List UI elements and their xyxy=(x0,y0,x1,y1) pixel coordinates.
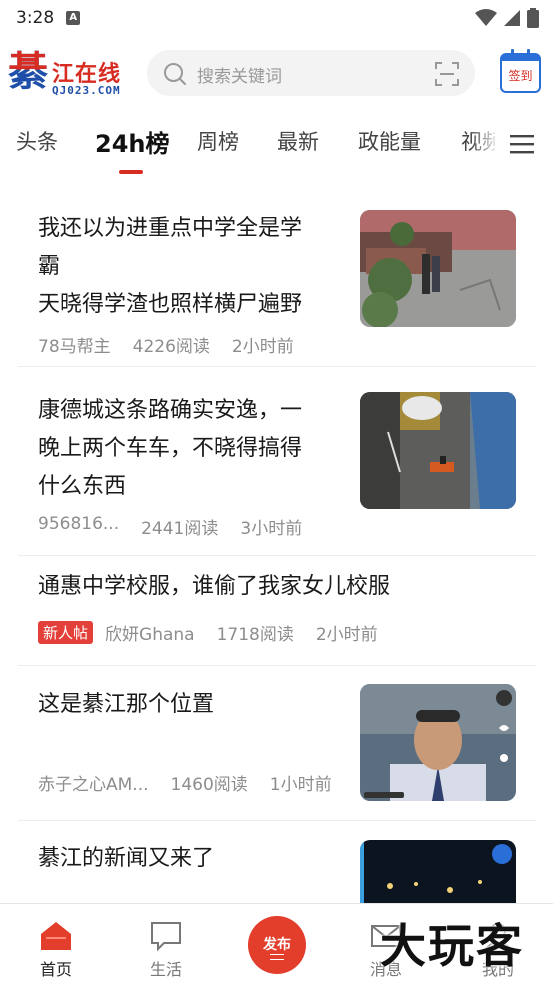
article-time: 2小时前 xyxy=(231,337,294,357)
article-author: 赤子之心AM... xyxy=(38,775,149,795)
publish-label: 发布 xyxy=(263,937,291,953)
calendar-icon xyxy=(502,55,539,61)
divider xyxy=(18,820,536,821)
article-thumbnail xyxy=(360,840,516,903)
nav-home[interactable]: 首页 xyxy=(16,904,96,984)
article-author: 956816... xyxy=(38,514,120,534)
signin-button[interactable]: 签到 xyxy=(500,49,541,93)
article-title: 康德城这条路确实安逸，一 晚上两个车车，不晓得搞得 什么东西 xyxy=(38,398,303,499)
search-icon xyxy=(164,63,186,85)
article-author: 欣妍Ghana xyxy=(105,625,195,645)
tab-weekly-ranking[interactable]: 周榜 xyxy=(197,126,239,156)
battery-icon xyxy=(527,8,539,28)
street-scene-image xyxy=(360,210,516,327)
article-reads: 2441阅读 xyxy=(141,519,219,539)
article-thumbnail xyxy=(360,210,516,327)
article-thumbnail xyxy=(360,684,516,801)
notification-icon: A xyxy=(66,11,81,25)
active-tab-indicator xyxy=(119,170,143,174)
article-item[interactable]: 綦江的新闻又来了 xyxy=(18,826,536,903)
article-reads: 4226阅读 xyxy=(132,337,210,357)
tab-positive-energy[interactable]: 政能量 xyxy=(358,126,421,156)
article-title: 这是綦江那个位置 xyxy=(38,692,215,717)
status-bar: 3:28 A xyxy=(0,0,553,36)
article-title: 我还以为进重点中学全是学 霸 天晓得学渣也照样横尸遍野 xyxy=(38,216,303,317)
article-time: 2小时前 xyxy=(315,625,378,645)
article-time: 1小时前 xyxy=(269,775,332,795)
article-meta: 新人帖 欣妍Ghana 1718阅读 2小时前 xyxy=(38,620,378,645)
app-header: 綦 綦 江在线 QJ023.COM 搜索关键词 签到 xyxy=(0,44,553,104)
logo-domain: QJ023.COM xyxy=(52,84,121,97)
article-reads: 1460阅读 xyxy=(170,775,248,795)
article-item[interactable]: 康德城这条路确实安逸，一 晚上两个车车，不晓得搞得 什么东西 956816...… xyxy=(18,378,536,548)
status-time: 3:28 xyxy=(16,8,55,28)
divider xyxy=(18,665,536,666)
article-author: 78马帮主 xyxy=(38,337,111,357)
nav-home-label: 首页 xyxy=(39,960,72,979)
article-item[interactable]: 这是綦江那个位置 赤子之心AM... 1460阅读 1小时前 xyxy=(18,670,536,820)
article-meta: 956816... 2441阅读 3小时前 xyxy=(38,514,302,539)
tab-latest[interactable]: 最新 xyxy=(277,126,319,156)
divider xyxy=(18,366,536,367)
article-item[interactable]: 通惠中学校服，谁偷了我家女儿校服 新人帖 欣妍Ghana 1718阅读 2小时前 xyxy=(18,556,536,664)
night-video-image xyxy=(360,840,516,903)
tabs-fade xyxy=(470,118,500,168)
publish-lines-icon xyxy=(270,954,284,960)
app-logo[interactable]: 綦 綦 江在线 QJ023.COM xyxy=(6,50,132,98)
article-reads: 1718阅读 xyxy=(216,625,294,645)
nav-life[interactable]: 生活 xyxy=(126,904,206,984)
search-input[interactable]: 搜索关键词 xyxy=(147,50,475,96)
nav-life-label: 生活 xyxy=(149,960,182,979)
home-icon xyxy=(41,922,71,950)
chat-bubble-icon xyxy=(151,922,181,952)
article-meta: 赤子之心AM... 1460阅读 1小时前 xyxy=(38,770,332,795)
scan-icon[interactable] xyxy=(435,62,459,86)
article-meta: 78马帮主 4226阅读 2小时前 xyxy=(38,332,294,357)
video-man-image xyxy=(360,684,516,801)
search-placeholder: 搜索关键词 xyxy=(197,67,282,87)
article-thumbnail xyxy=(360,392,516,509)
signal-icon xyxy=(504,10,520,26)
tab-24h-ranking[interactable]: 24h榜 xyxy=(95,124,169,159)
watermark-text: 大玩客 xyxy=(380,919,524,973)
publish-button[interactable]: 发布 xyxy=(248,916,306,974)
category-tabs: 头条 24h榜 周榜 最新 政能量 视频 xyxy=(0,118,553,178)
new-post-badge: 新人帖 xyxy=(38,621,94,644)
article-title: 通惠中学校服，谁偷了我家女儿校服 xyxy=(38,574,391,599)
wifi-icon xyxy=(475,9,497,26)
article-time: 3小时前 xyxy=(240,519,303,539)
road-accident-image xyxy=(360,392,516,509)
article-title: 綦江的新闻又来了 xyxy=(38,846,215,871)
status-indicators xyxy=(475,8,539,28)
tab-headlines[interactable]: 头条 xyxy=(16,126,58,156)
article-item[interactable]: 我还以为进重点中学全是学 霸 天晓得学渣也照样横尸遍野 78马帮主 4226阅读… xyxy=(18,196,536,366)
menu-icon[interactable] xyxy=(510,134,534,154)
signin-label: 签到 xyxy=(508,69,533,83)
logo-mark: 綦 綦 xyxy=(8,50,48,94)
